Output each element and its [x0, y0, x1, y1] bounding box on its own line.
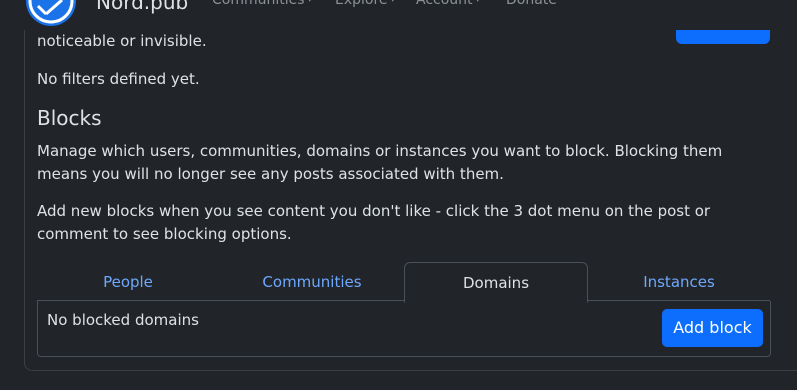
site-logo-icon[interactable] [26, 0, 76, 26]
chevron-down-icon: ▾ [307, 0, 313, 5]
chevron-down-icon: ▾ [475, 0, 481, 5]
site-brand[interactable]: Nord.pub [96, 0, 188, 14]
blocks-hint: Add new blocks when you see content you … [37, 202, 711, 243]
nav-donate-label: Donate [506, 0, 557, 8]
nav-explore-label: Explore [335, 0, 388, 8]
nav-explore[interactable]: Explore ▾ [335, 0, 395, 8]
add-block-button[interactable]: Add block [662, 309, 763, 347]
blocks-heading: Blocks [37, 106, 102, 130]
filters-empty-text: No filters defined yet. [37, 70, 200, 88]
nav-donate[interactable]: Donate [506, 0, 557, 8]
tab-instances[interactable]: Instances [588, 262, 770, 300]
nav-communities-label: Communities [212, 0, 305, 8]
nav-communities[interactable]: Communities ▾ [212, 0, 312, 8]
chevron-down-icon: ▾ [390, 0, 396, 5]
nav-account-label: Account [416, 0, 473, 8]
tab-people[interactable]: People [37, 262, 219, 300]
blocked-domains-empty-text: No blocked domains [47, 311, 199, 329]
tab-communities[interactable]: Communities [221, 262, 403, 300]
blocked-domains-panel: No blocked domains Add block [37, 301, 771, 357]
filters-clipped-text: noticeable or invisible. [37, 32, 207, 48]
nav-account[interactable]: Account ▾ [416, 0, 480, 8]
top-navbar: Nord.pub Communities ▾ Explore ▾ Account ▾ … [0, 0, 797, 30]
blocks-description: Manage which users, communities, domains… [37, 142, 723, 183]
tab-domains[interactable]: Domains [404, 262, 588, 303]
filters-action-button[interactable] [676, 30, 770, 44]
